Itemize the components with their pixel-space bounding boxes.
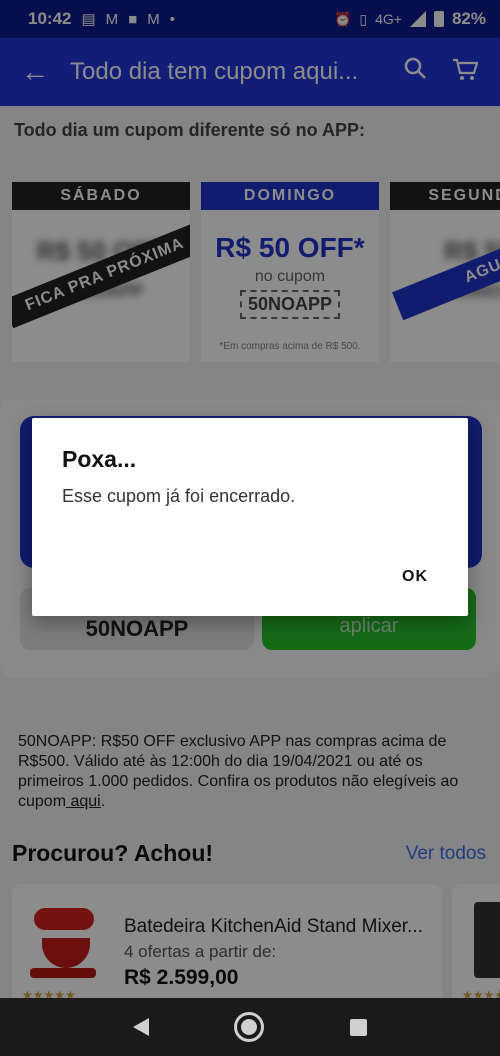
dialog-message: Esse cupom já foi encerrado. <box>62 486 296 506</box>
nav-home-icon[interactable] <box>234 1012 265 1042</box>
nav-back-icon[interactable] <box>132 1018 149 1036</box>
system-nav-bar <box>0 998 500 1056</box>
dialog-title: Poxa... <box>62 446 137 472</box>
nav-recents-icon[interactable] <box>350 1018 368 1036</box>
alert-dialog: Poxa... Esse cupom já foi encerrado. OK <box>32 418 468 616</box>
ok-button[interactable]: OK <box>402 568 428 586</box>
